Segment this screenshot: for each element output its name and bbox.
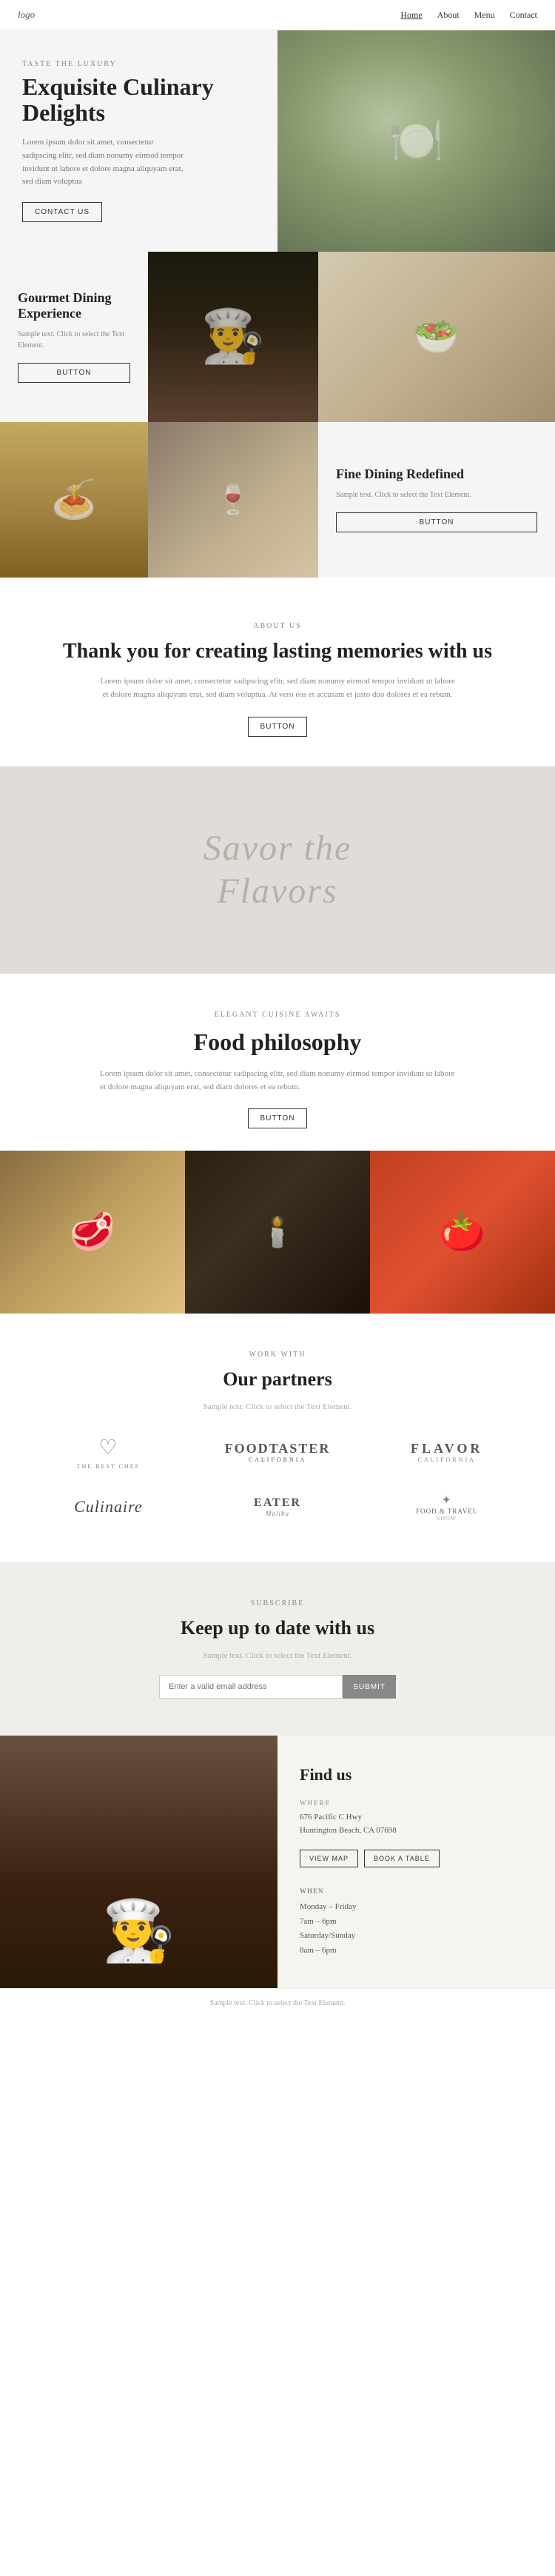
- gallery-card2-body: Sample text. Click to select the Text El…: [336, 489, 537, 501]
- hero-body: Lorem ipsum dolor sit amet, consectetur …: [22, 136, 185, 188]
- nav-menu[interactable]: Menu: [474, 10, 495, 21]
- view-map-button[interactable]: VIEW MAP: [300, 1850, 358, 1867]
- gallery-card2-title: Fine Dining Redefined: [336, 466, 537, 482]
- find-us-title: Find us: [300, 1765, 533, 1784]
- navbar: logo Home About Menu Contact: [0, 0, 555, 30]
- blurred-text: Savor the Flavors: [204, 827, 352, 912]
- subscribe-subtitle: Sample text. Click to select the Text El…: [74, 1651, 481, 1660]
- gallery-chef-image: [148, 252, 318, 422]
- about-button[interactable]: BUTTON: [248, 717, 308, 737]
- food-image-1: [0, 1151, 185, 1314]
- gallery-card-gourmet: Gourmet Dining Experience Sample text. C…: [0, 252, 148, 422]
- about-section: ABOUT US Thank you for creating lasting …: [0, 578, 555, 766]
- gallery-pasta-image: [0, 422, 148, 578]
- find-us-image: [0, 1736, 278, 1988]
- partner-culinaire-label: Culinaire: [74, 1497, 143, 1516]
- footer: Sample text. Click to select the Text El…: [0, 1988, 555, 2018]
- book-table-button[interactable]: BOOK A TABLE: [364, 1850, 440, 1867]
- about-label: ABOUT US: [59, 622, 496, 630]
- hours-weekday: Monday – Friday: [300, 1902, 356, 1911]
- partner-flavor: FLAVOR CALIFORNIA: [368, 1433, 525, 1471]
- partners-section: WORK WITH Our partners Sample text. Clic…: [0, 1314, 555, 1562]
- gallery-card2-button[interactable]: BUTTON: [336, 512, 537, 532]
- partner-eater: EATER Malibu: [199, 1488, 357, 1525]
- partner-eater-label: EATER Malibu: [254, 1496, 301, 1517]
- gallery-card1-body: Sample text. Click to select the Text El…: [18, 329, 130, 351]
- gallery-table-image: [148, 422, 318, 578]
- partner-best-chef: ♡ THE BEST CHEF: [30, 1433, 187, 1471]
- gallery-card1-title: Gourmet Dining Experience: [18, 290, 130, 321]
- philosophy-label: ELEGANT CUISINE AWAITS: [44, 1011, 511, 1019]
- hero-text: TASTE THE LUXURY Exquisite Culinary Deli…: [0, 30, 278, 252]
- nav-about[interactable]: About: [437, 10, 460, 21]
- philosophy-body: Lorem ipsum dolor sit amet, consectetur …: [100, 1068, 455, 1094]
- logo: logo: [18, 9, 35, 21]
- philosophy-section: ELEGANT CUISINE AWAITS Food philosophy L…: [0, 974, 555, 1151]
- hero-cta-button[interactable]: CONTACT US: [22, 202, 102, 222]
- subscribe-section: SUBSCRIBE Keep up to date with us Sample…: [0, 1562, 555, 1736]
- partners-grid: ♡ THE BEST CHEF FOODTASTER CALIFORNIA FL…: [30, 1433, 525, 1525]
- find-us-where-label: WHERE: [300, 1799, 533, 1807]
- hours-weekday-time: 7am – 6pm: [300, 1917, 337, 1926]
- about-title: Thank you for creating lasting memories …: [59, 639, 496, 664]
- address-line1: 676 Pacific C Hwy: [300, 1813, 362, 1821]
- footer-text: Sample text. Click to select the Text El…: [30, 1999, 525, 2007]
- nav-links: Home About Menu Contact: [400, 10, 537, 21]
- find-us-content: Find us WHERE 676 Pacific C Hwy Huntingt…: [278, 1736, 555, 1988]
- find-us-address: 676 Pacific C Hwy Huntington Beach, CA 0…: [300, 1811, 533, 1837]
- food-trio: [0, 1151, 555, 1314]
- partner-best-chef-label: THE BEST CHEF: [77, 1463, 140, 1470]
- partners-subtitle: Sample text. Click to select the Text El…: [30, 1402, 525, 1411]
- gallery-row1: Gourmet Dining Experience Sample text. C…: [0, 252, 555, 422]
- nav-home[interactable]: Home: [400, 10, 422, 21]
- hero-section: TASTE THE LUXURY Exquisite Culinary Deli…: [0, 30, 555, 252]
- hours-weekend: Saturday/Sunday: [300, 1931, 355, 1940]
- about-body: Lorem ipsum dolor sit amet, consectetur …: [100, 675, 455, 701]
- gallery-card1-button[interactable]: BUTTON: [18, 363, 130, 383]
- hours-weekend-time: 8am – 6pm: [300, 1946, 337, 1955]
- hero-title: Exquisite Culinary Delights: [22, 74, 255, 126]
- partner-flavor-label: FLAVOR CALIFORNIA: [411, 1441, 482, 1463]
- chef-heart-icon: ♡: [98, 1435, 118, 1460]
- partner-food-travel-label: ✦ FOOD & TRAVEL SHOW: [416, 1493, 477, 1522]
- subscribe-title: Keep up to date with us: [74, 1616, 481, 1639]
- gallery-row2: Fine Dining Redefined Sample text. Click…: [0, 422, 555, 578]
- partners-title: Our partners: [30, 1368, 525, 1391]
- address-line2: Huntington Beach, CA 07698: [300, 1826, 397, 1835]
- subscribe-submit-button[interactable]: SUBMIT: [343, 1675, 396, 1699]
- find-us-section: Find us WHERE 676 Pacific C Hwy Huntingt…: [0, 1736, 555, 1988]
- gallery-card-fine: Fine Dining Redefined Sample text. Click…: [318, 422, 555, 578]
- partner-foodtaster: FOODTASTER CALIFORNIA: [199, 1433, 357, 1471]
- partners-label: WORK WITH: [30, 1351, 525, 1359]
- find-us-hours: WHEN Monday – Friday 7am – 6pm Saturday/…: [300, 1885, 533, 1958]
- partner-foodtaster-label: FOODTASTER CALIFORNIA: [225, 1441, 331, 1463]
- blurred-section: Savor the Flavors: [0, 766, 555, 974]
- food-image-3: [370, 1151, 555, 1314]
- philosophy-title: Food philosophy: [44, 1028, 511, 1056]
- partner-culinaire: Culinaire: [30, 1488, 187, 1525]
- subscribe-label: SUBSCRIBE: [74, 1599, 481, 1608]
- nav-contact[interactable]: Contact: [510, 10, 537, 21]
- food-image-2: [185, 1151, 370, 1314]
- find-us-when-label: WHEN: [300, 1885, 533, 1897]
- hero-subtitle: TASTE THE LUXURY: [22, 60, 255, 68]
- subscribe-email-input[interactable]: [159, 1675, 343, 1699]
- philosophy-button[interactable]: BUTTON: [248, 1108, 308, 1128]
- gallery-dishes-image: [318, 252, 555, 422]
- hero-image: [278, 30, 555, 252]
- partner-food-travel: ✦ FOOD & TRAVEL SHOW: [368, 1488, 525, 1525]
- subscribe-form: SUBMIT: [159, 1675, 396, 1699]
- find-us-buttons: VIEW MAP BOOK A TABLE: [300, 1850, 533, 1867]
